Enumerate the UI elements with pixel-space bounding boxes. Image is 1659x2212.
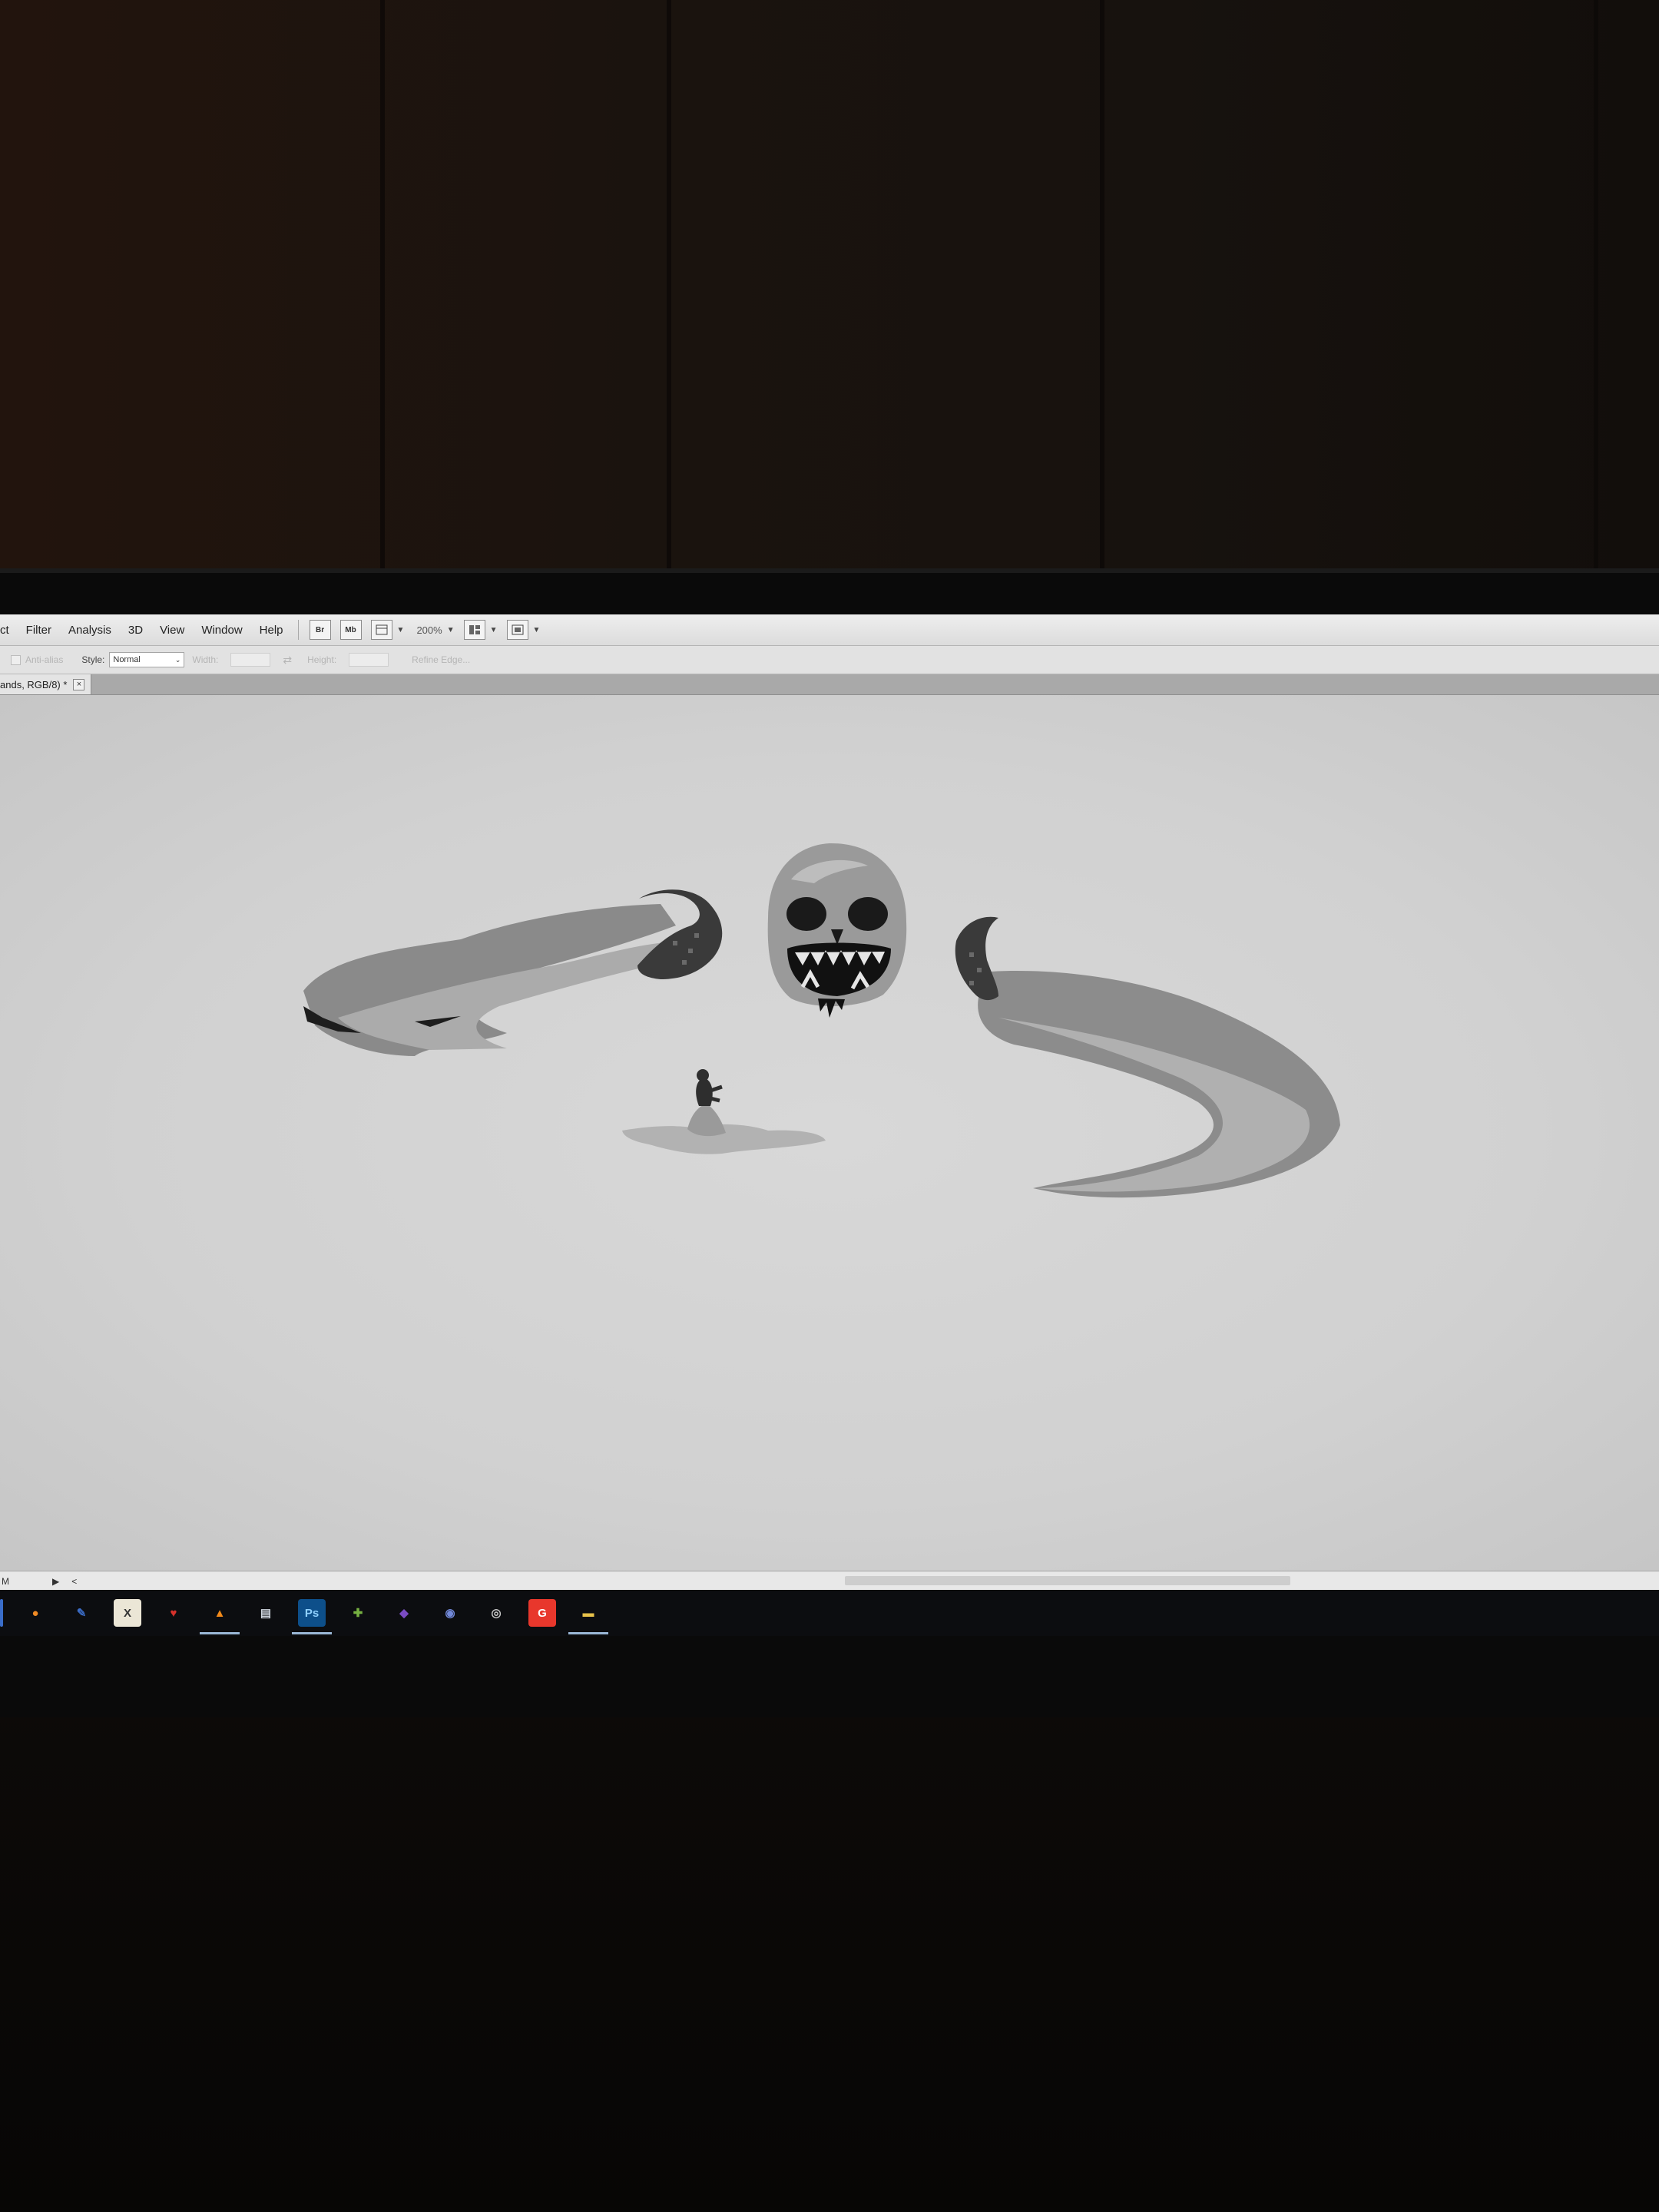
right-cloud-shape — [978, 971, 1340, 1198]
taskbar: ● ✎ X ♥ ▲ ▤ Ps ✚ ◆ ◉ ◎ G ▬ — [0, 1590, 1659, 1636]
left-cloud-shape — [303, 904, 691, 1056]
width-label: Width: — [192, 654, 219, 665]
taskbar-app-excel[interactable]: X — [114, 1599, 141, 1627]
taskbar-app-blender[interactable]: ● — [22, 1599, 49, 1627]
tool-options-bar: Anti-alias Style: Normal ⌄ Width: ⇄ Heig… — [0, 646, 1659, 674]
menu-item-help[interactable]: Help — [251, 624, 292, 637]
taskbar-app-explorer[interactable]: ▤ — [252, 1599, 280, 1627]
taskbar-app-discord[interactable]: ◉ — [436, 1599, 464, 1627]
menu-separator — [297, 620, 299, 640]
vlc-icon: ▲ — [214, 1606, 226, 1620]
document-canvas[interactable]: + — [0, 695, 1659, 1590]
taskbar-app-photoshop[interactable]: Ps — [292, 1599, 332, 1634]
height-label: Height: — [307, 654, 337, 665]
skull-figure — [767, 843, 907, 1018]
anti-alias-checkbox[interactable] — [11, 654, 21, 665]
wall-panel-seam — [1594, 0, 1598, 584]
menu-item-select[interactable]: ct — [0, 624, 18, 637]
style-label: Style: — [81, 654, 105, 665]
anti-alias-label: Anti-alias — [25, 654, 64, 665]
document-tab-bar: ands, RGB/8) * × — [0, 674, 1659, 695]
menu-bar: ct Filter Analysis 3D View Window Help B… — [0, 614, 1659, 646]
zoom-level-dropdown[interactable]: 200% — [416, 624, 442, 636]
height-field[interactable] — [349, 653, 389, 667]
screen-mode-button[interactable] — [506, 620, 528, 640]
taskbar-app-file-explorer[interactable]: ▬ — [568, 1599, 608, 1634]
red-app-icon: ♥ — [170, 1606, 177, 1620]
excel-icon: X — [123, 1606, 131, 1620]
arrange-icon — [469, 625, 480, 634]
scroll-left-icon[interactable]: < — [71, 1576, 77, 1587]
taskbar-app-red[interactable]: ♥ — [160, 1599, 187, 1627]
wall-panel-seam — [667, 0, 671, 584]
wall-panel-seam — [380, 0, 385, 584]
obs-icon: ◎ — [491, 1607, 502, 1620]
chevron-down-icon[interactable]: ▼ — [533, 626, 541, 634]
visual-studio-icon: ◆ — [399, 1607, 409, 1620]
desk-surface — [0, 1697, 1659, 2212]
close-icon[interactable]: × — [73, 678, 85, 690]
menu-item-3d[interactable]: 3D — [120, 624, 151, 637]
horizontal-scrollbar[interactable] — [845, 1576, 1290, 1585]
taskbar-app-notepad[interactable]: ✚ — [344, 1599, 372, 1627]
photoshop-icon: Ps — [304, 1606, 320, 1620]
notepad-plus-icon: ✚ — [353, 1607, 363, 1620]
menu-item-analysis[interactable]: Analysis — [60, 624, 120, 637]
arrange-documents-button[interactable] — [463, 620, 485, 640]
taskbar-app-vlc[interactable]: ▲ — [200, 1599, 240, 1634]
style-select[interactable]: Normal ⌄ — [109, 652, 185, 667]
gamemaker-icon: G — [538, 1606, 547, 1620]
right-tentacle — [955, 916, 998, 1001]
folder-icon: ▬ — [582, 1606, 594, 1620]
status-bar: M ▶ < — [0, 1571, 1659, 1590]
room-wall — [0, 0, 1659, 584]
zoom-status: M — [2, 1575, 9, 1587]
chevron-down-icon[interactable]: ▼ — [490, 626, 498, 634]
menu-item-window[interactable]: Window — [193, 624, 250, 637]
blender-icon: ● — [31, 1606, 39, 1620]
screen-mode-icon — [512, 624, 523, 635]
taskbar-app-gamemaker[interactable]: G — [528, 1599, 556, 1627]
taskbar-app-paint-tool[interactable]: ✎ — [68, 1599, 95, 1627]
document-tab[interactable]: ands, RGB/8) * × — [0, 674, 91, 694]
grid-icon — [376, 624, 388, 635]
document-tab-title: ands, RGB/8) * — [0, 678, 68, 690]
width-field[interactable] — [230, 653, 271, 667]
chevron-down-icon: ⌄ — [174, 655, 181, 664]
style-value: Normal — [113, 655, 141, 664]
explorer-files-icon: ▤ — [260, 1607, 272, 1620]
swap-icon[interactable]: ⇄ — [283, 654, 292, 667]
taskbar-app-visual-studio[interactable]: ◆ — [390, 1599, 418, 1627]
refine-edge-button[interactable]: Refine Edge... — [412, 654, 470, 665]
discord-icon: ◉ — [445, 1607, 455, 1620]
view-extras-button[interactable] — [370, 620, 392, 640]
status-menu-arrow-icon[interactable]: ▶ — [52, 1576, 59, 1587]
monitor-screen: ct Filter Analysis 3D View Window Help B… — [0, 614, 1659, 1590]
wall-panel-seam — [1100, 0, 1104, 584]
island-figure — [622, 1069, 826, 1154]
chevron-down-icon[interactable]: ▼ — [447, 626, 455, 634]
mini-bridge-button[interactable]: Mb — [339, 620, 362, 640]
menu-item-view[interactable]: View — [151, 624, 193, 637]
menu-item-filter[interactable]: Filter — [18, 624, 60, 637]
chevron-down-icon[interactable]: ▼ — [397, 626, 405, 634]
bridge-button[interactable]: Br — [309, 620, 331, 640]
taskbar-app-obs[interactable]: ◎ — [482, 1599, 510, 1627]
paint-tool-icon: ✎ — [76, 1607, 87, 1620]
artwork — [303, 843, 1340, 1198]
start-button[interactable] — [0, 1599, 3, 1627]
